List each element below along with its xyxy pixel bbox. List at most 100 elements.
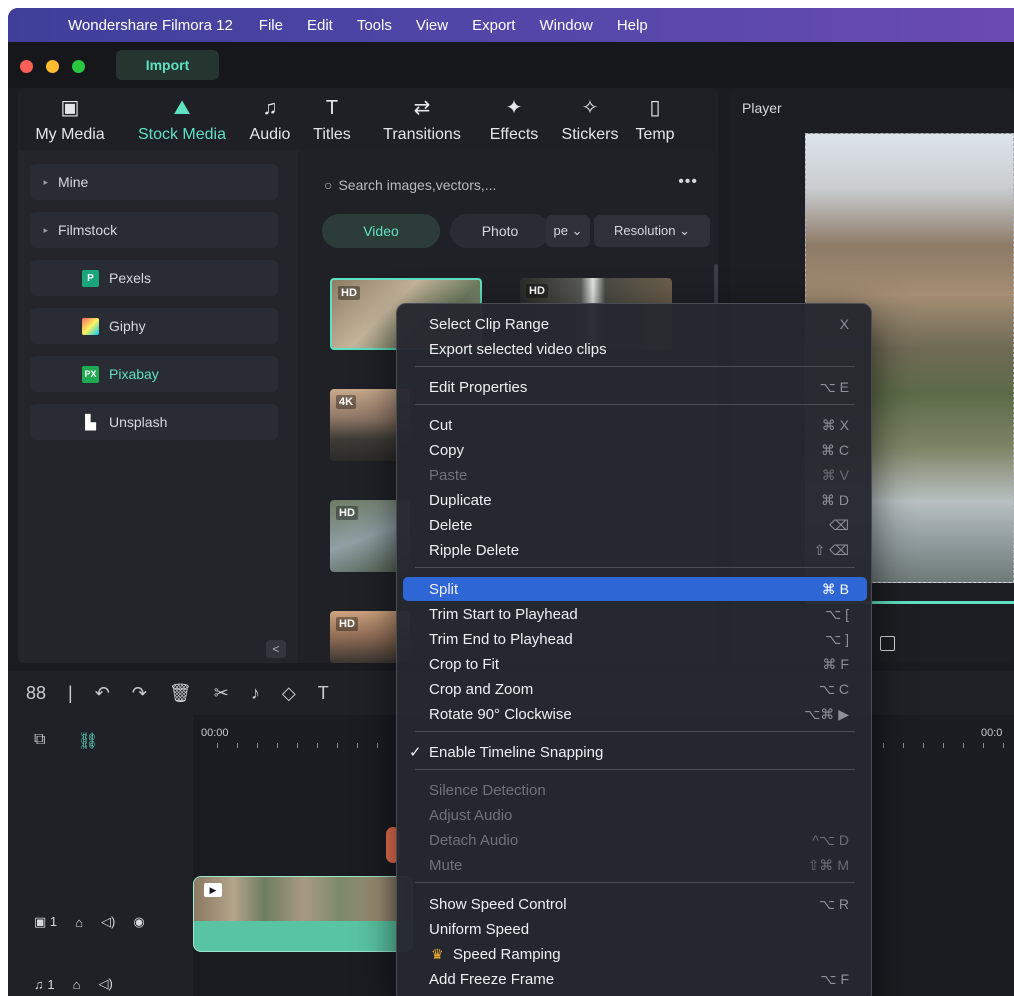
filter-photo-button[interactable]: Photo [450,214,550,248]
tab-label: Temp [635,126,675,143]
type-dropdown[interactable]: pe ⌄ [546,215,590,247]
menu-item-trim-start-to-playhead[interactable]: Trim Start to Playhead ⌥ [ [403,602,867,626]
tab-audio[interactable]: ♫ Audio [242,88,298,150]
tab-stock-media[interactable]: ⛰ Stock Media [122,88,242,150]
video-clip[interactable]: ▶ [193,876,413,952]
sidebar-item-unsplash[interactable]: ▙ Unsplash [30,404,278,440]
link-icon[interactable]: ⛓ [78,731,98,751]
more-options-icon[interactable]: ••• [678,173,698,191]
menu-view[interactable]: View [416,17,448,34]
menu-item-trim-end-to-playhead[interactable]: Trim End to Playhead ⌥ ] [403,627,867,651]
speaker-icon[interactable]: ◁) [98,976,112,992]
zoom-window-button[interactable] [72,60,85,73]
search-input[interactable]: Search images,vectors,... [338,177,496,193]
menu-item-silence-detection: Silence Detection [429,781,546,799]
lock-icon[interactable]: ⌂ [73,977,81,992]
tab-label: Transitions [383,126,461,143]
audio-tool-icon[interactable]: ♪ [251,683,260,704]
search-icon: ○ [324,177,333,193]
sidebar-item-label: Filmstock [58,222,118,238]
search-bar[interactable]: ○ Search images,vectors,... ••• [324,173,718,197]
sidebar-item-pixabay[interactable]: PX Pixabay [30,356,278,392]
resolution-dropdown[interactable]: Resolution ⌄ [594,215,710,247]
sidebar-item-label: Giphy [109,318,146,334]
menu-item-edit-properties[interactable]: Edit Properties ⌥ E [403,375,867,399]
audio-track-controls: ♫ 1 ⌂ ◁) [34,969,131,996]
sidebar-item-label: Pixabay [109,366,159,382]
menu-item-rotate-90[interactable]: Rotate 90° Clockwise ⌥⌘ ▶ [403,702,867,726]
menu-item-select-clip-range[interactable]: Select Clip Range X [403,312,867,336]
menu-item-duplicate[interactable]: Duplicate ⌘ D [403,488,867,512]
menu-window[interactable]: Window [539,17,592,34]
menu-app-name[interactable]: Wondershare Filmora 12 [68,17,233,34]
import-button[interactable]: Import [116,50,219,80]
clip-filmstrip [194,877,412,921]
close-window-button[interactable] [20,60,33,73]
delete-icon[interactable]: 🗑 [169,683,192,704]
add-track-icon[interactable]: ⧉ [34,731,45,749]
menu-item-speed-ramping[interactable]: ♛ Speed Ramping [403,942,867,966]
eye-icon[interactable]: ◉ [133,914,144,930]
audio-track-icon: ♫ 1 [34,976,55,992]
menu-item-enable-timeline-snapping[interactable]: ✓ Enable Timeline Snapping [403,740,867,764]
sidebar-item-filmstock[interactable]: ▸ Filmstock [30,212,278,248]
cut-icon[interactable]: ✂ [214,683,229,704]
lock-icon[interactable]: ⌂ [75,915,83,930]
menu-item-cut[interactable]: Cut ⌘ X [403,413,867,437]
tab-label: Stickers [561,126,619,143]
minimize-window-button[interactable] [46,60,59,73]
menu-separator [415,366,855,367]
filter-video-button[interactable]: Video [322,214,440,248]
sidebar-item-giphy[interactable]: Giphy [30,308,278,344]
menu-tools[interactable]: Tools [357,17,392,34]
menu-item-crop-and-zoom[interactable]: Crop and Zoom ⌥ C [403,677,867,701]
transitions-icon: ⇄ [413,97,431,119]
divider: | [68,682,73,703]
menu-item-show-speed-control[interactable]: Show Speed Control ⌥ R [403,892,867,916]
menu-item-export-selected-clips[interactable]: Export selected video clips [403,337,867,361]
sidebar-item-label: Mine [58,174,89,190]
app-screen: Wondershare Filmora 12 File Edit Tools V… [8,8,1014,996]
tab-titles[interactable]: T Titles [298,88,366,150]
menu-item-ripple-delete[interactable]: Ripple Delete ⇧ ⌫ [403,538,867,562]
track-number: 1 [49,914,58,929]
quality-badge: HD [526,284,548,298]
tab-transitions[interactable]: ⇄ Transitions [366,88,478,150]
templates-icon: ▯ [649,97,661,119]
text-tool-icon[interactable]: T [318,683,329,704]
menu-bar: Wondershare Filmora 12 File Edit Tools V… [8,8,1014,42]
menu-export[interactable]: Export [472,17,515,34]
tab-label: Effects [489,126,539,143]
redo-icon[interactable]: ↷ [132,683,147,704]
menu-item-copy[interactable]: Copy ⌘ C [403,438,867,462]
sidebar-item-mine[interactable]: ▸ Mine [30,164,278,200]
menu-edit[interactable]: Edit [307,17,333,34]
title-bar: Import [8,42,1014,88]
tab-effects[interactable]: ✦ Effects [478,88,550,150]
tag-icon[interactable]: ◇ [282,683,296,704]
player-title: Player [742,100,782,116]
stock-sidebar: ▸ Mine ▸ Filmstock P Pexels Giphy PX Pix… [18,150,298,663]
layout-icon[interactable]: 88 [26,683,46,704]
menu-help[interactable]: Help [617,17,648,34]
tab-label: Titles [313,126,351,143]
tab-templates[interactable]: ▯ Temp [630,88,680,150]
crown-icon: ♛ [431,945,444,962]
checkmark-icon: ✓ [409,744,422,761]
menu-item-delete[interactable]: Delete ⌫ [403,513,867,537]
menu-file[interactable]: File [259,17,283,34]
tab-stickers[interactable]: ✧ Stickers [550,88,630,150]
menu-item-split[interactable]: Split ⌘ B [403,577,867,601]
undo-icon[interactable]: ↶ [95,683,110,704]
menu-item-crop-to-fit[interactable]: Crop to Fit ⌘ F [403,652,867,676]
fullscreen-icon[interactable] [880,636,895,651]
sidebar-item-pexels[interactable]: P Pexels [30,260,278,296]
media-tab-bar: ▣ My Media ⛰ Stock Media ♫ Audio T Title… [18,88,718,150]
menu-item-add-freeze-frame[interactable]: Add Freeze Frame ⌥ F [403,967,867,991]
tab-my-media[interactable]: ▣ My Media [18,88,122,150]
menu-item-uniform-speed[interactable]: Uniform Speed [403,917,867,941]
speaker-icon[interactable]: ◁) [101,914,115,930]
collapse-sidebar-button[interactable]: < [266,640,286,658]
quality-badge: HD [336,506,358,520]
quality-badge: HD [338,286,360,300]
